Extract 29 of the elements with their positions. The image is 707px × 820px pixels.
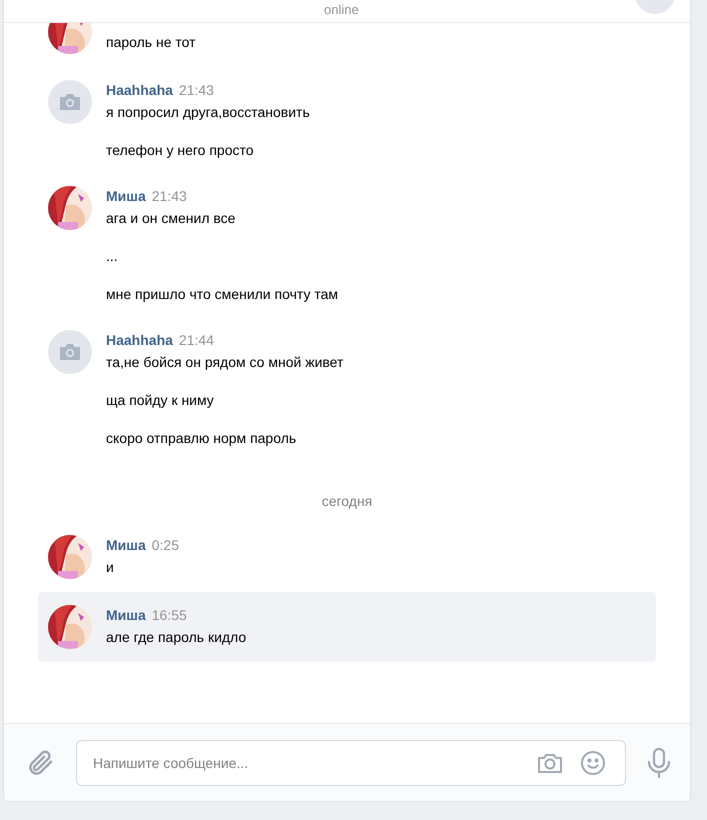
author-name[interactable]: Haahhaha bbox=[106, 332, 173, 348]
message-text: ага и он сменил все bbox=[106, 209, 236, 228]
camera-icon bbox=[58, 342, 82, 362]
message-text: мне пришло что сменили почту там bbox=[106, 285, 338, 304]
camera-icon bbox=[58, 92, 82, 112]
message-text: скоро отправлю норм пароль bbox=[106, 429, 298, 448]
message-input[interactable]: Напишите сообщение... bbox=[76, 740, 626, 786]
message-text: и bbox=[106, 558, 115, 577]
message-text: ... bbox=[106, 247, 119, 266]
message-text: але где пароль кидло bbox=[106, 628, 246, 647]
microphone-icon[interactable] bbox=[646, 746, 672, 778]
online-status: online bbox=[324, 2, 359, 18]
emoji-icon[interactable] bbox=[580, 750, 606, 776]
author-name[interactable]: Миша bbox=[106, 607, 146, 623]
message-time: 16:55 bbox=[152, 607, 187, 623]
date-separator: сегодня bbox=[322, 493, 372, 509]
message-text: телефон у него просто bbox=[106, 141, 255, 160]
message-text: пароль не тот bbox=[106, 33, 196, 52]
message-text: ща пойду к ниму bbox=[106, 391, 215, 410]
message-highlight[interactable]: Миша 16:55 але где пароль кидло bbox=[38, 592, 656, 662]
message-time: 0:25 bbox=[152, 537, 179, 553]
message-time: 21:43 bbox=[178, 82, 214, 98]
message-time: 21:44 bbox=[178, 332, 214, 348]
author-name[interactable]: Миша bbox=[106, 537, 146, 553]
author-name[interactable]: Haahhaha bbox=[106, 82, 173, 98]
message-text: та,не бойся он рядом со мной живет bbox=[106, 353, 344, 372]
author-name[interactable]: Миша bbox=[106, 188, 146, 204]
message-text: я попросил друга,восстановить bbox=[106, 103, 310, 122]
message-time: 21:43 bbox=[152, 188, 187, 204]
